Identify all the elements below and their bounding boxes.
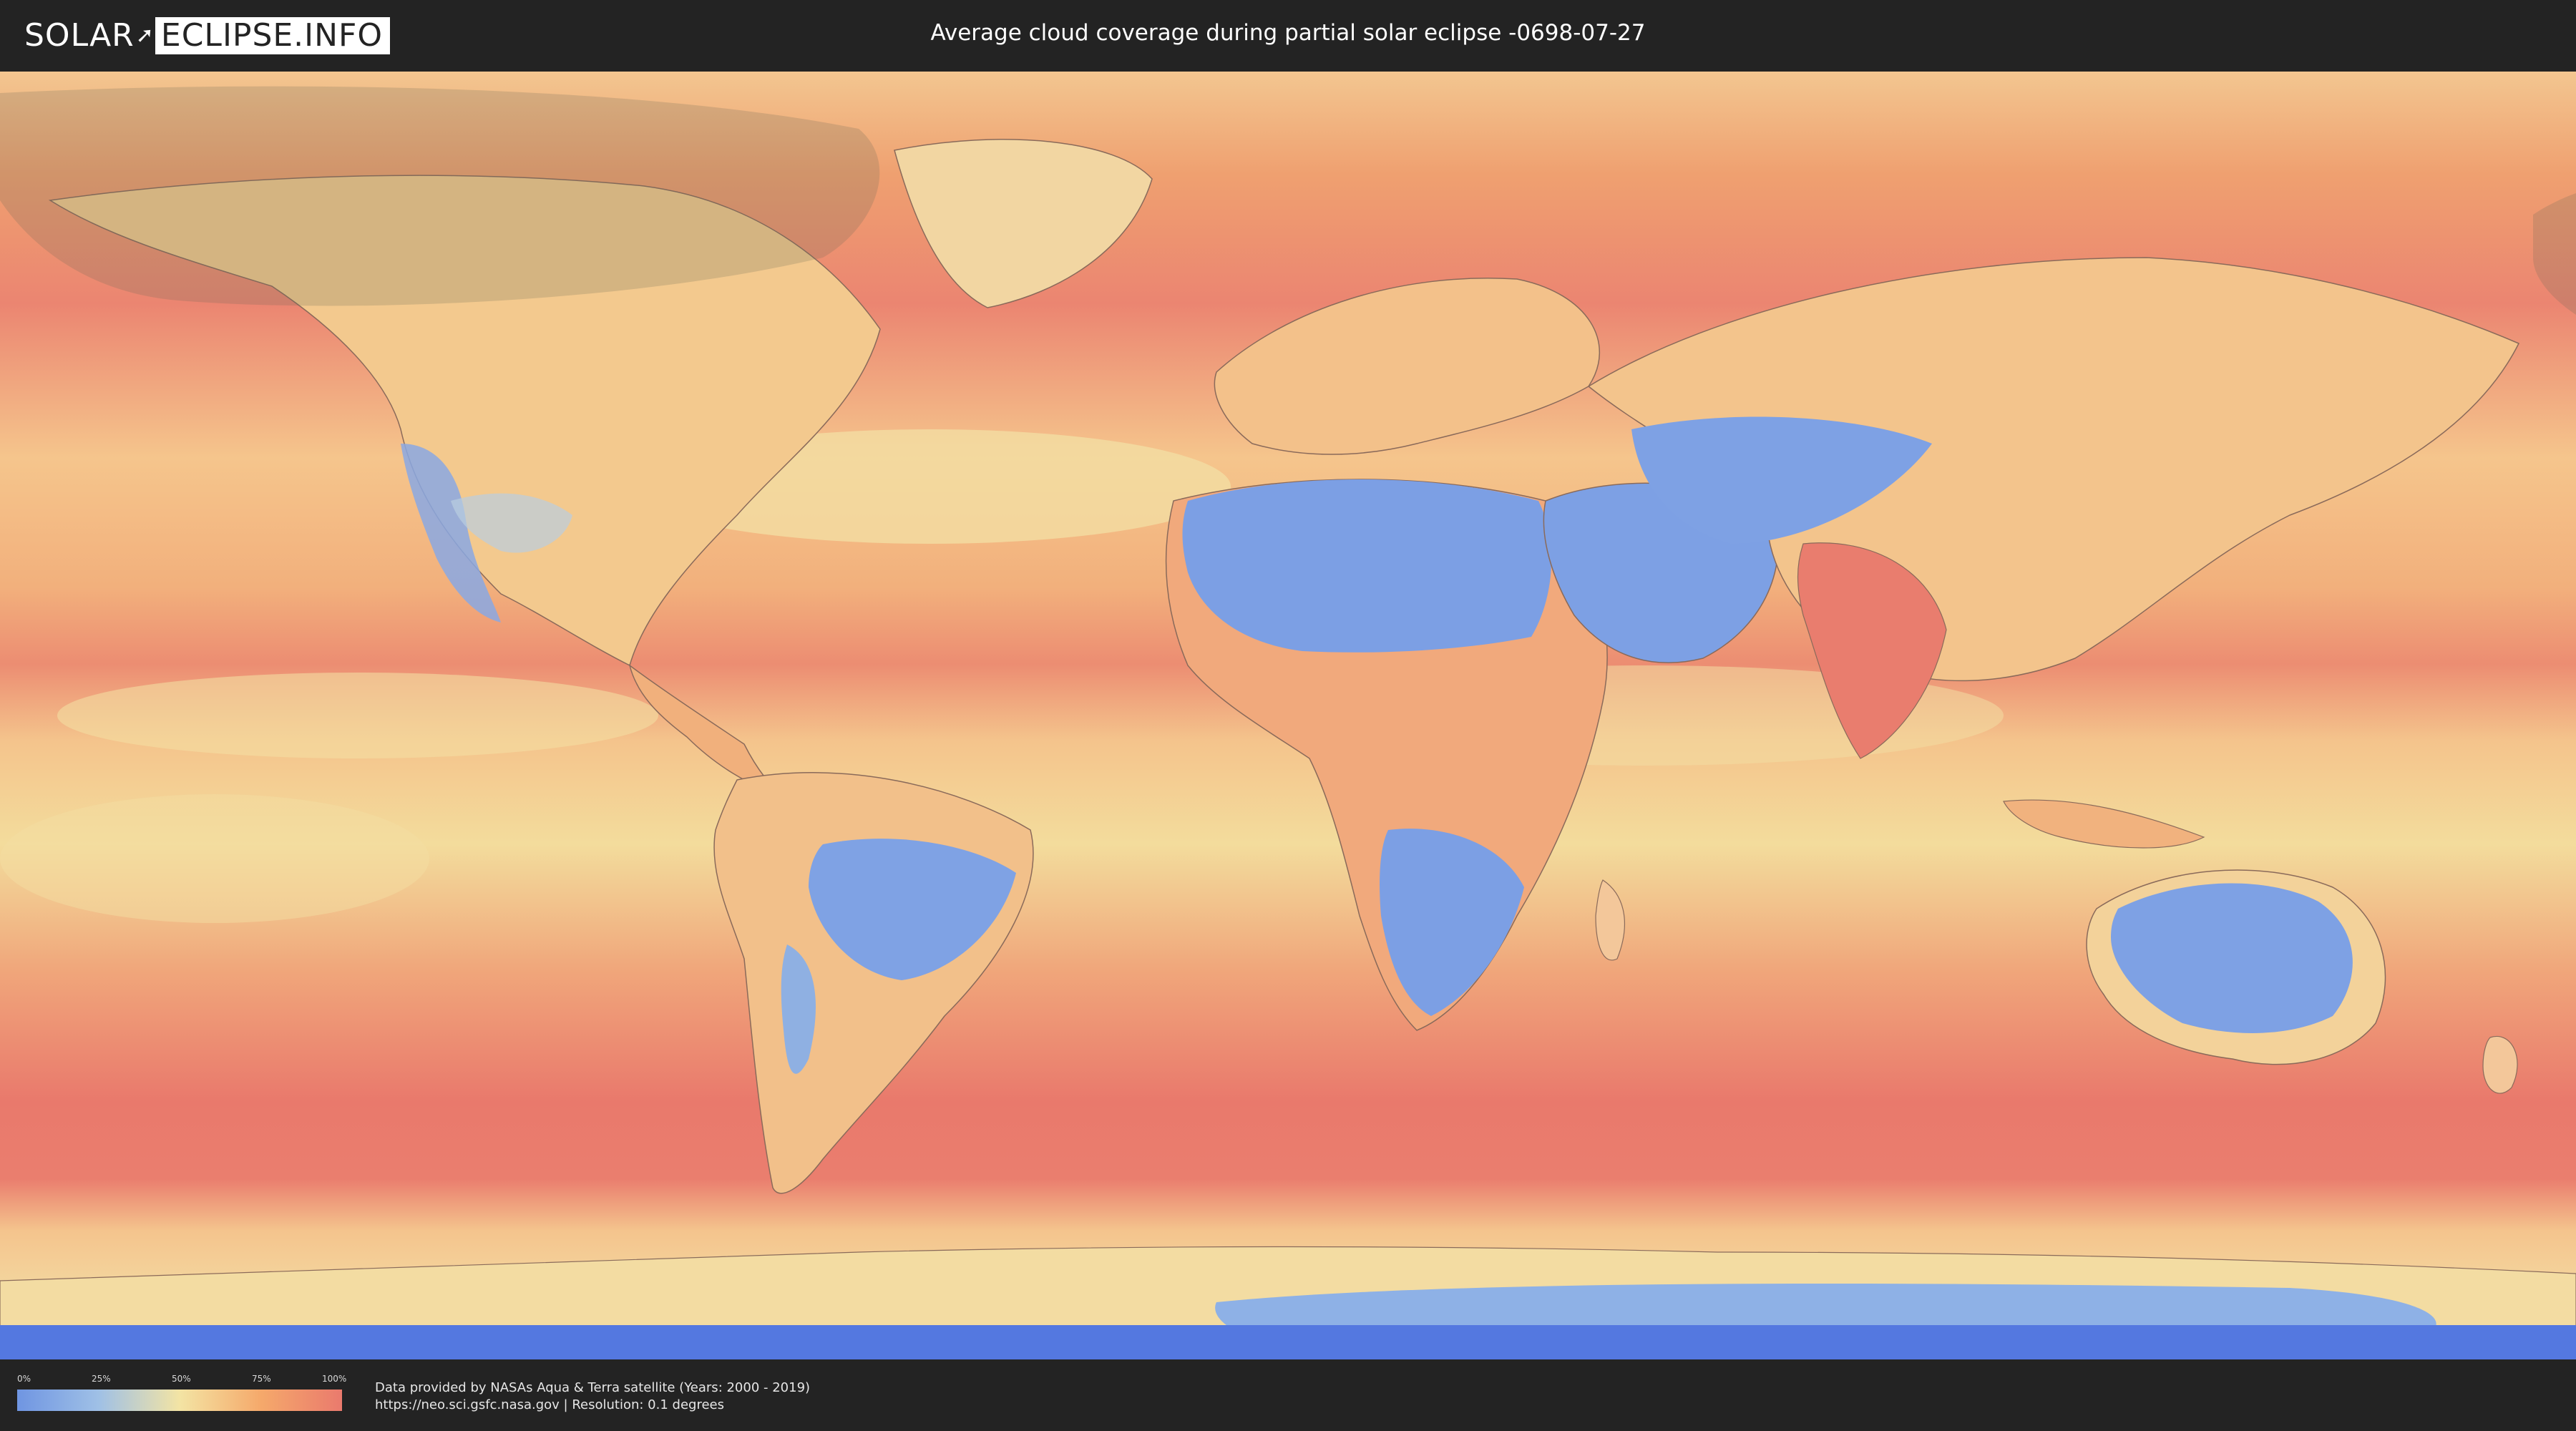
south-pole-strip [0,1325,2576,1359]
legend-tick-75: 75% [252,1374,271,1384]
legend-tick-100: 100% [322,1374,347,1384]
header-bar: SOLAR ➚ ECLIPSE.INFO Average cloud cover… [0,0,2576,72]
credit-line-2: https://neo.sci.gsfc.nasa.gov | Resoluti… [375,1397,724,1412]
cloud-coverage-map[interactable] [0,72,2576,1359]
legend-tick-0: 0% [17,1374,31,1384]
legend-ticks: 0% 25% 50% 75% 100% [17,1374,347,1385]
footer-bar: 0% 25% 50% 75% 100% Data provided by NAS… [0,1359,2576,1431]
legend-tick-50: 50% [172,1374,191,1384]
page-title: Average cloud coverage during partial so… [930,20,1646,46]
credit-line-1: Data provided by NASAs Aqua & Terra sate… [375,1380,811,1395]
pacific-clear-band [57,673,658,758]
legend-tick-25: 25% [92,1374,111,1384]
data-credits: Data provided by NASAs Aqua & Terra sate… [375,1379,810,1414]
eclipse-shadow-overlay [0,86,880,306]
legend-color-bar [17,1390,342,1411]
new-zealand [2482,1035,2518,1094]
sahara-clear-area [1182,479,1552,653]
south-pacific-band [0,794,429,923]
map-canvas [0,72,2576,1359]
cloud-legend: 0% 25% 50% 75% 100% [17,1374,347,1415]
